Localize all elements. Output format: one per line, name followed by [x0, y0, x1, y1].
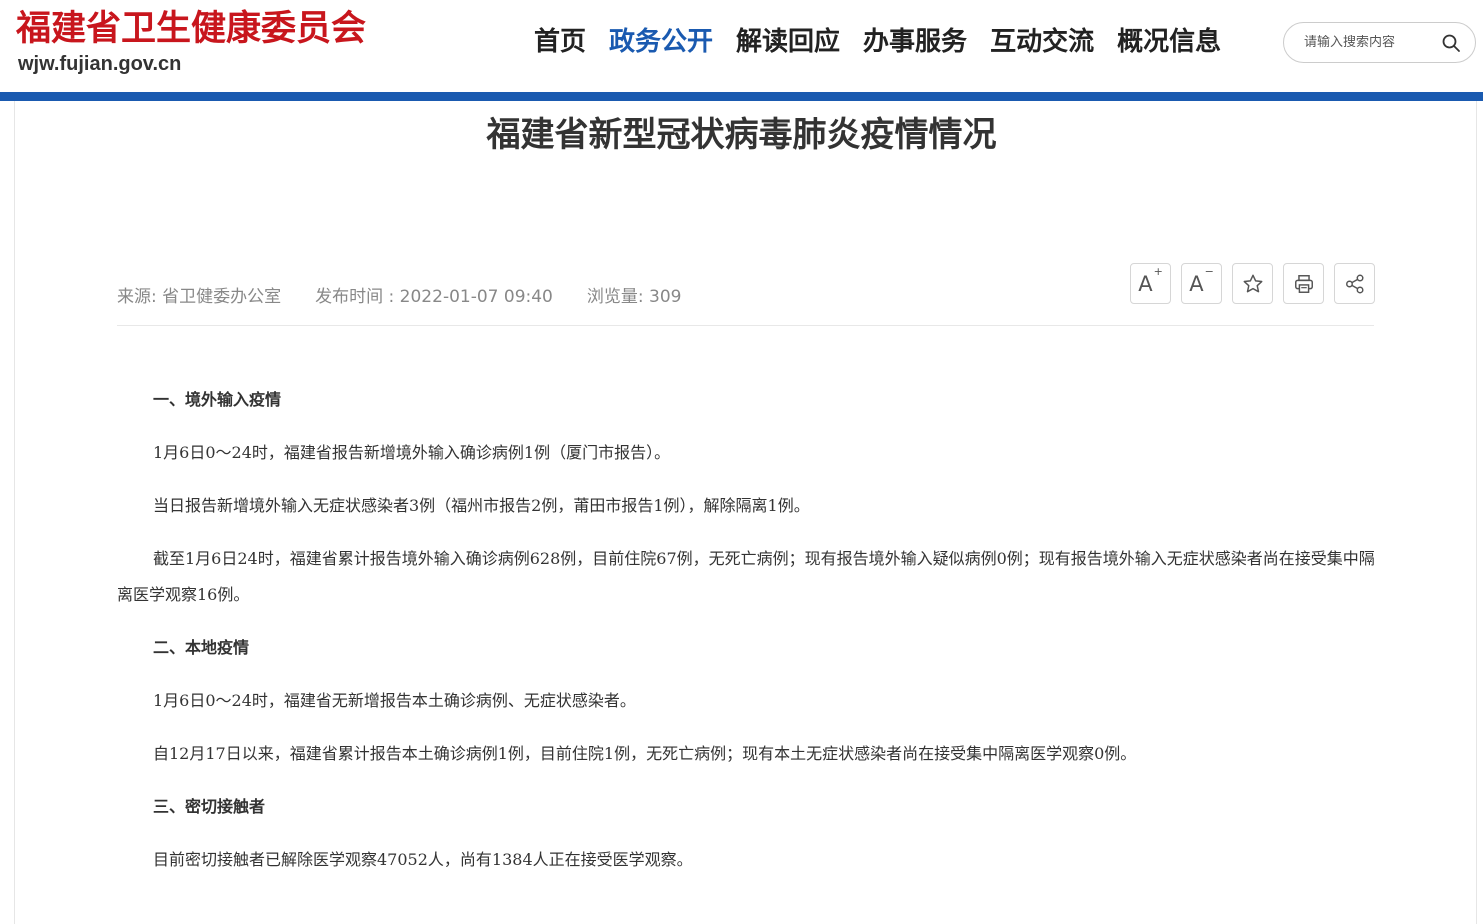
nav-item-interaction[interactable]: 互动交流 [990, 20, 1094, 64]
search-icon[interactable] [1441, 33, 1461, 53]
nav-item-home[interactable]: 首页 [534, 20, 586, 64]
font-increase-icon: A+ [1138, 264, 1163, 296]
nav-item-interpretation[interactable]: 解读回应 [736, 20, 840, 64]
header-accent-bar [0, 92, 1483, 101]
article-paragraph: 当日报告新增境外输入无症状感染者3例（福州市报告2例，莆田市报告1例），解除隔离… [153, 496, 810, 515]
article-title: 福建省新型冠状病毒肺炎疫情情况 [486, 115, 997, 155]
article-paragraph: 1月6日0～24时，福建省报告新增境外输入确诊病例1例（厦门市报告）。 [153, 443, 671, 462]
site-logo-url[interactable]: wjw.fujian.gov.cn [18, 52, 181, 76]
font-decrease-button[interactable]: A− [1181, 263, 1222, 304]
article-source: 来源: 省卫健委办公室 [117, 286, 282, 307]
article-paragraph: 1月6日0～24时，福建省无新增报告本土确诊病例、无症状感染者。 [153, 691, 636, 710]
article-meta: 来源: 省卫健委办公室 发布时间 : 2022-01-07 09:40 浏览量:… [117, 280, 715, 308]
article-paragraph: 截至1月6日24时，福建省累计报告境外输入确诊病例628例，目前住院67例，无死… [117, 549, 1375, 604]
article-tools: A+ A− [1130, 263, 1375, 304]
nav-item-government-affairs[interactable]: 政务公开 [609, 20, 713, 64]
share-icon [1345, 274, 1364, 293]
share-button[interactable] [1334, 263, 1375, 304]
article-views: 浏览量: 309 [586, 286, 682, 307]
printer-icon [1294, 274, 1313, 293]
print-button[interactable] [1283, 263, 1324, 304]
article-body: 一、境外输入疫情 1月6日0～24时，福建省报告新增境外输入确诊病例1例（厦门市… [117, 382, 1377, 895]
section-heading: 三、密切接触者 [153, 797, 266, 816]
main-nav: 首页 政务公开 解读回应 办事服务 互动交流 概况信息 [534, 20, 1244, 64]
site-header: 福建省卫生健康委员会 wjw.fujian.gov.cn 首页 政务公开 解读回… [0, 0, 1483, 92]
article-paragraph: 目前密切接触者已解除医学观察47052人，尚有1384人正在接受医学观察。 [153, 850, 693, 869]
section-heading: 二、本地疫情 [153, 638, 250, 657]
meta-divider [117, 325, 1374, 326]
favorite-button[interactable] [1232, 263, 1273, 304]
site-logo-title[interactable]: 福建省卫生健康委员会 [16, 8, 366, 50]
font-decrease-icon: A− [1189, 264, 1214, 296]
search-box [1283, 22, 1476, 63]
star-icon [1243, 274, 1262, 292]
article-paragraph: 自12月17日以来，福建省累计报告本土确诊病例1例，目前住院1例，无死亡病例；现… [153, 744, 1137, 763]
nav-item-overview[interactable]: 概况信息 [1117, 20, 1221, 64]
font-increase-button[interactable]: A+ [1130, 263, 1171, 304]
section-heading: 一、境外输入疫情 [153, 390, 282, 409]
nav-item-services[interactable]: 办事服务 [863, 20, 967, 64]
search-input[interactable] [1304, 35, 1434, 50]
article-publish-time: 发布时间 : 2022-01-07 09:40 [315, 286, 553, 307]
